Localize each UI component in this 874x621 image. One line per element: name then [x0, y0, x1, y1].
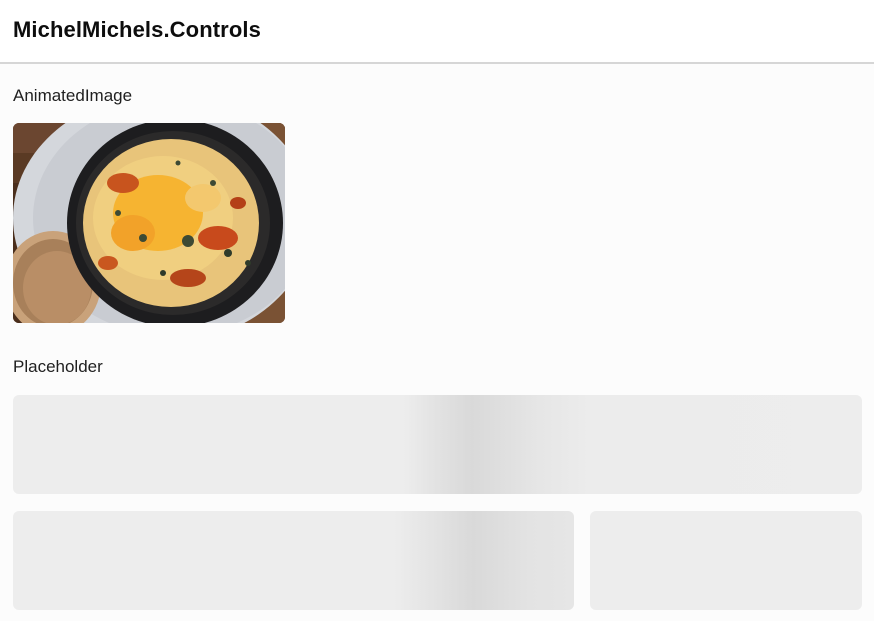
title-bar: MichelMichels.Controls — [0, 0, 874, 64]
placeholder-block-small — [590, 511, 862, 610]
animated-image — [13, 123, 285, 323]
placeholder-section-label: Placeholder — [13, 357, 103, 376]
placeholder-block-medium — [13, 511, 574, 610]
app-title: MichelMichels.Controls — [13, 17, 261, 42]
placeholder-block-wide — [13, 395, 862, 494]
food-photo-illustration — [13, 123, 285, 323]
animated-image-section-label: AnimatedImage — [13, 86, 133, 105]
